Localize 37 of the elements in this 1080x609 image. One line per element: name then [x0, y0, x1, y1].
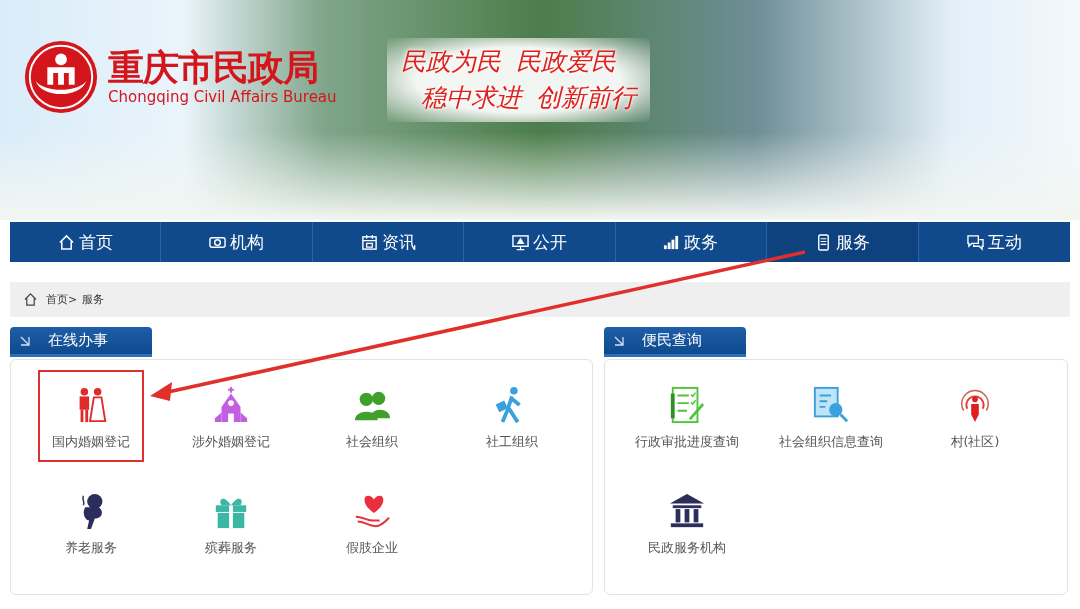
document-search-icon [812, 386, 850, 424]
service-link[interactable]: 涉外婚姻登记 [178, 370, 285, 462]
nav-tab[interactable]: 首页 [10, 222, 162, 262]
emblem-logo-icon [22, 38, 100, 116]
corner-arrow-icon [614, 335, 624, 346]
corner-arrow-icon [20, 335, 30, 346]
nav-tab[interactable]: 资讯 [312, 222, 465, 262]
site-title: 重庆市民政局 [108, 48, 319, 88]
home-icon [57, 233, 75, 251]
service-link[interactable]: 社工组织 [458, 370, 565, 462]
service-link[interactable]: 村(社区) [910, 370, 1040, 462]
service-link[interactable]: 行政审批进度查询 [622, 370, 752, 462]
nav-tab[interactable]: 公开 [464, 222, 616, 262]
slogan-text: 民政为民 民政爱民 [400, 46, 618, 78]
bank-building-icon [668, 492, 706, 530]
signal-bars-icon [663, 233, 681, 251]
service-link[interactable]: 假肢企业 [318, 476, 425, 568]
breadcrumb-link[interactable]: 首页> [46, 292, 78, 307]
section-title: 在线办事 [48, 331, 108, 350]
service-link[interactable]: 国内婚姻登记 [38, 370, 145, 462]
nav-tab[interactable]: 互动 [918, 222, 1070, 262]
breadcrumb-current: 服务 [82, 292, 105, 307]
service-link[interactable]: 社会组织 [318, 370, 425, 462]
service-link[interactable]: 殡葬服务 [178, 476, 285, 568]
nav-tab[interactable]: 机构 [161, 222, 313, 262]
calendar-icon [360, 233, 378, 251]
site-subtitle: Chongqing Civil Affairs Bureau [108, 87, 337, 106]
checklist-icon [668, 386, 706, 424]
service-link[interactable]: 民政服务机构 [622, 476, 752, 568]
chat-icon [966, 233, 984, 251]
service-link[interactable]: 养老服务 [38, 476, 145, 568]
home-icon [24, 293, 37, 306]
slogan-text: 稳中求进 创新前行 [419, 82, 637, 114]
nav-tab[interactable]: 服务 [767, 222, 919, 262]
service-link[interactable]: 社会组织信息查询 [766, 370, 896, 462]
section-title: 便民查询 [642, 331, 702, 350]
monitor-icon [512, 233, 529, 251]
